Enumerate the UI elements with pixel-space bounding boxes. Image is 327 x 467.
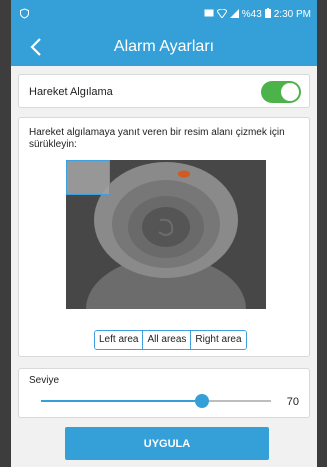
cast-icon	[204, 9, 214, 20]
area-button-group: Left area All areas Right area	[94, 330, 247, 350]
status-icons: %43 2:30 PM	[204, 8, 311, 21]
apply-button[interactable]: UYGULA	[65, 427, 269, 460]
all-areas-button[interactable]: All areas	[143, 331, 192, 349]
app-bar: Alarm Ayarları	[11, 28, 317, 66]
left-area-button[interactable]: Left area	[95, 331, 144, 349]
motion-detection-toggle[interactable]	[261, 81, 301, 103]
level-label: Seviye	[29, 375, 60, 386]
slider-thumb[interactable]	[195, 394, 209, 408]
wifi-icon	[216, 8, 228, 21]
status-time: 2:30 PM	[273, 9, 311, 20]
camera-preview[interactable]	[66, 160, 266, 309]
signal-icon	[229, 8, 239, 21]
battery-icon	[264, 8, 271, 21]
right-area-button[interactable]: Right area	[191, 331, 246, 349]
toggle-knob	[281, 83, 299, 101]
slider-fill	[41, 400, 202, 402]
phone-screen: %43 2:30 PM Alarm Ayarları Hareket Algıl…	[11, 0, 317, 467]
level-card: Seviye 70	[18, 368, 310, 418]
motion-detection-card: Hareket Algılama	[18, 74, 310, 108]
selection-box[interactable]	[66, 160, 110, 195]
motion-detection-label: Hareket Algılama	[29, 86, 113, 98]
status-bar: %43 2:30 PM	[11, 0, 317, 28]
battery-percent: %43	[241, 9, 262, 20]
detection-area-card: Hareket algılamaya yanıt veren bir resim…	[18, 117, 310, 357]
level-value: 70	[286, 396, 299, 408]
page-title: Alarm Ayarları	[113, 38, 215, 55]
shield-icon	[19, 8, 30, 19]
level-slider[interactable]	[41, 394, 271, 408]
area-instruction: Hareket algılamaya yanıt veren bir resim…	[29, 127, 285, 150]
